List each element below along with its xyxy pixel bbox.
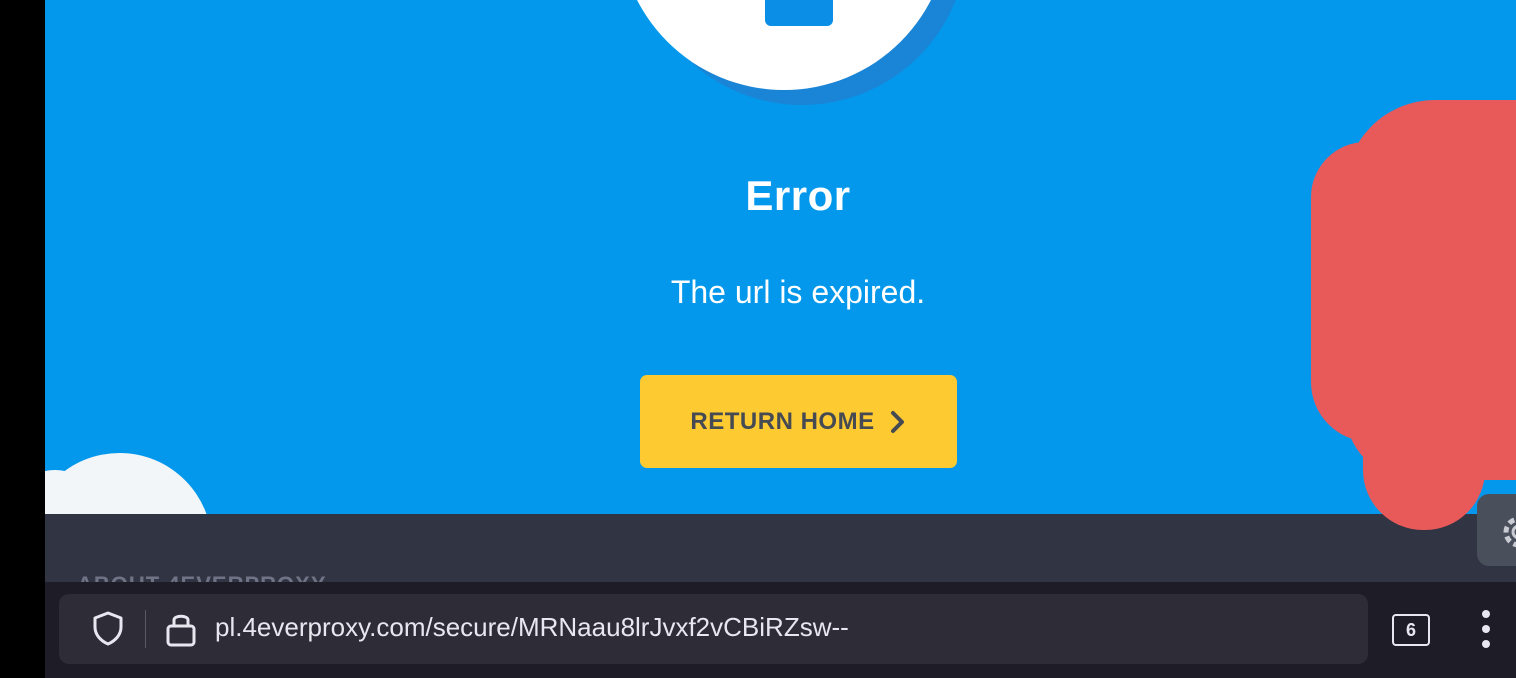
chevron-right-icon	[890, 410, 904, 433]
url-text[interactable]: pl.4everproxy.com/secure/MRNaau8lrJvxf2v…	[215, 612, 849, 643]
more-menu-icon[interactable]	[1473, 610, 1499, 650]
lock-illustration-icon	[765, 0, 833, 26]
left-edge-bar	[0, 0, 45, 678]
footer-heading: ABOUT 4EVERPROXY	[77, 572, 327, 582]
menu-dot	[1482, 625, 1490, 633]
settings-icon[interactable]	[1499, 512, 1516, 552]
error-message: The url is expired.	[670, 274, 926, 310]
site-footer: ABOUT 4EVERPROXY	[45, 514, 1516, 582]
web-page-viewport: Error The url is expired. RETURN HOME AB…	[45, 0, 1516, 678]
address-bar-divider	[145, 610, 146, 648]
menu-dot	[1482, 640, 1490, 648]
menu-dot	[1482, 610, 1490, 618]
decorative-cloud	[45, 453, 212, 514]
error-hero-section: Error The url is expired. RETURN HOME	[45, 0, 1516, 514]
redaction-mark	[1363, 400, 1485, 530]
lock-icon[interactable]	[163, 610, 199, 648]
redaction-mark	[1311, 142, 1421, 442]
shield-icon[interactable]	[89, 609, 127, 647]
browser-toolbar: pl.4everproxy.com/secure/MRNaau8lrJvxf2v…	[45, 582, 1516, 678]
error-title: Error	[745, 172, 851, 219]
return-home-label: RETURN HOME	[690, 407, 875, 435]
return-home-button[interactable]: RETURN HOME	[640, 375, 957, 468]
address-bar[interactable]: pl.4everproxy.com/secure/MRNaau8lrJvxf2v…	[59, 594, 1368, 664]
tab-count-button[interactable]: 6	[1392, 614, 1430, 646]
